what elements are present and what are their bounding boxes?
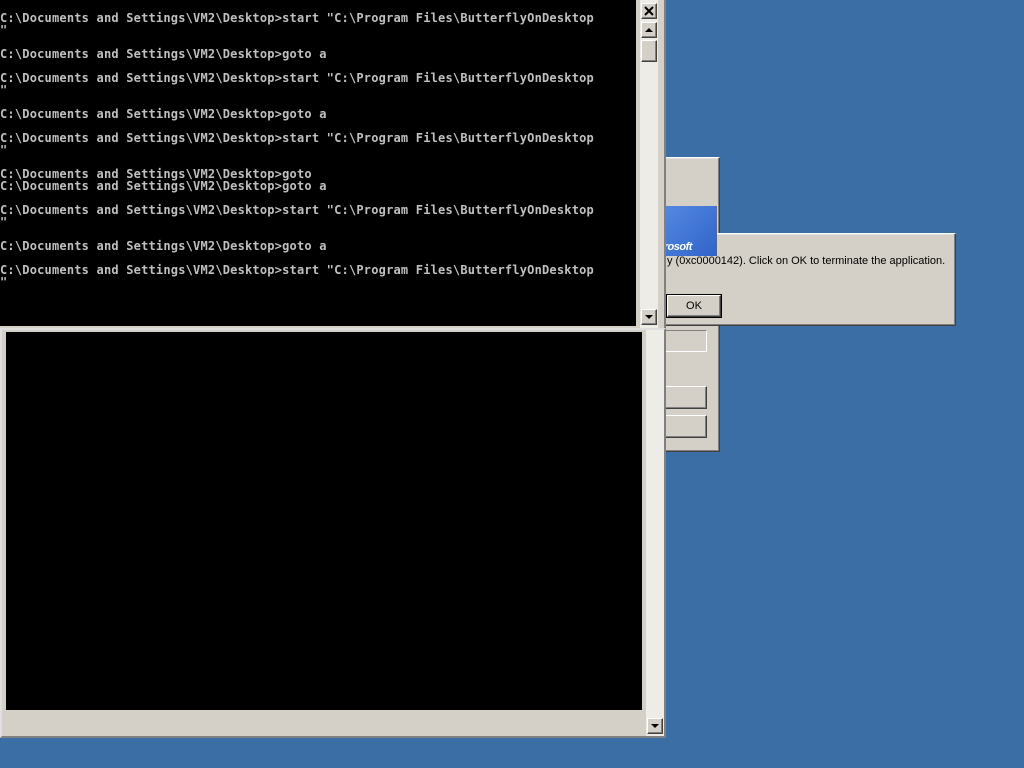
scroll-down-button[interactable] — [641, 309, 657, 325]
console-text-top: C:\Documents and Settings\VM2\Desktop>st… — [0, 12, 594, 288]
console-bottom-scrollbar[interactable] — [646, 330, 664, 736]
console-line: C:\Documents and Settings\VM2\Desktop>st… — [0, 11, 594, 25]
console-line: C:\Documents and Settings\VM2\Desktop>st… — [0, 131, 594, 145]
console-line: C:\Documents and Settings\VM2\Desktop>go… — [0, 179, 327, 193]
console-output-bottom — [6, 332, 642, 710]
scroll-up-button[interactable] — [641, 22, 657, 38]
ok-button[interactable]: OK — [666, 294, 722, 318]
console-line: " — [0, 275, 8, 289]
scroll-down-icon — [651, 724, 659, 728]
console-window-bottom — [0, 328, 666, 738]
close-icon — [644, 6, 654, 16]
console-close-button[interactable] — [641, 3, 657, 19]
scroll-down-button-bottom[interactable] — [647, 718, 663, 734]
scroll-thumb[interactable] — [641, 40, 657, 62]
error-dialog: licrosoft y (0xc0000142). Click on OK to… — [640, 206, 956, 326]
scroll-up-icon — [645, 28, 653, 32]
console-line: " — [0, 23, 8, 37]
console-line: C:\Documents and Settings\VM2\Desktop>go… — [0, 239, 327, 253]
console-top-scrollbar[interactable] — [640, 0, 658, 328]
console-line: C:\Documents and Settings\VM2\Desktop>st… — [0, 263, 594, 277]
console-line: " — [0, 83, 8, 97]
console-line: C:\Documents and Settings\VM2\Desktop>st… — [0, 71, 594, 85]
console-line: C:\Documents and Settings\VM2\Desktop>st… — [0, 203, 594, 217]
console-output-top: C:\Documents and Settings\VM2\Desktop>st… — [0, 0, 636, 326]
scroll-down-icon — [645, 315, 653, 319]
error-message: y (0xc0000142). Click on OK to terminate… — [667, 255, 946, 267]
console-line: " — [0, 143, 8, 157]
console-line: C:\Documents and Settings\VM2\Desktop>go… — [0, 47, 327, 61]
console-line: C:\Documents and Settings\VM2\Desktop>go… — [0, 107, 327, 121]
console-line: " — [0, 215, 8, 229]
console-window-top: C:\Documents and Settings\VM2\Desktop>st… — [0, 0, 666, 330]
